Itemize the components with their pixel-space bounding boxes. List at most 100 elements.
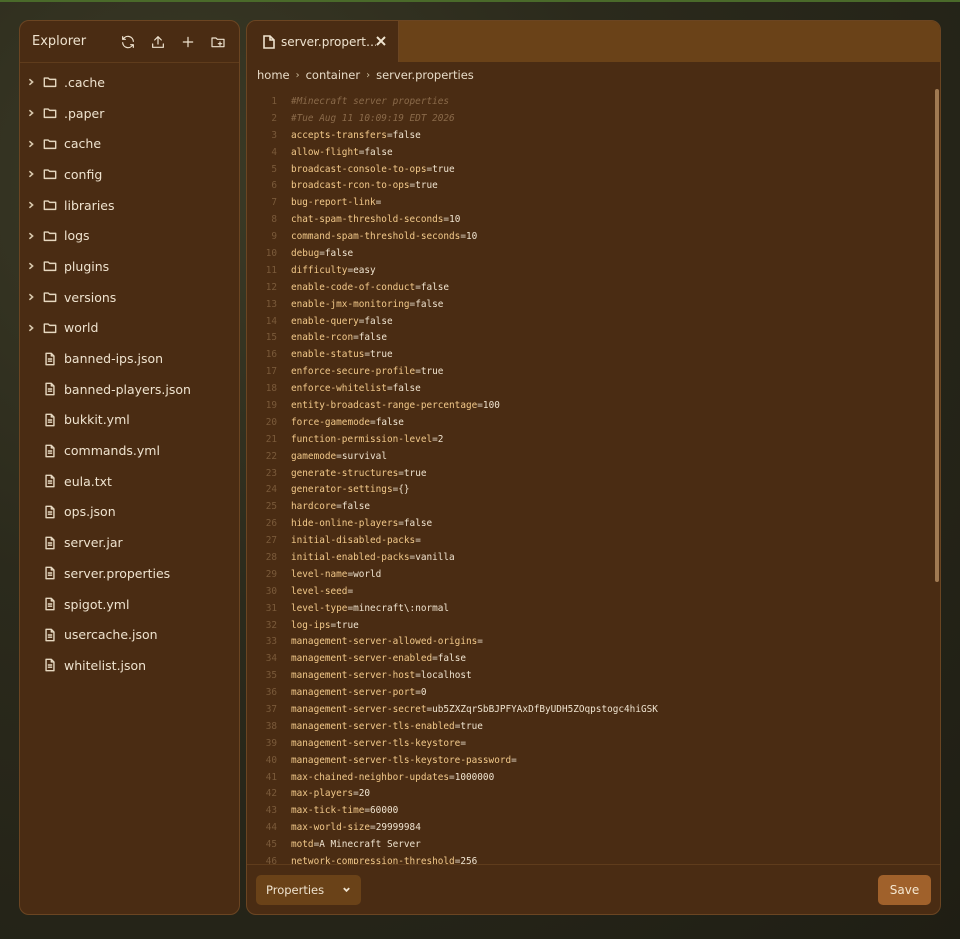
code-text: initial-enabled-packs=vanilla (291, 551, 455, 563)
tree-file[interactable]: spigot.yml (20, 589, 239, 620)
code-editor[interactable]: 1 #Minecraft server properties 2 #Tue Aug 1… (247, 93, 940, 865)
close-icon[interactable] (376, 35, 388, 48)
code-line: 2 #Tue Aug 11 10:09:19 EDT 2026 (247, 110, 940, 127)
code-line: 14 enable-query=false (247, 313, 940, 330)
code-text: max-players=20 (291, 788, 371, 800)
code-text: accepts-transfers=false (291, 129, 421, 141)
tree-file[interactable]: bukkit.yml (20, 405, 239, 436)
line-number: 20 (265, 416, 277, 428)
code-line: 29 level-name=world (247, 566, 940, 583)
tree-file[interactable]: banned-ips.json (20, 343, 239, 374)
tree-file[interactable]: whitelist.json (20, 650, 239, 681)
tree-file[interactable]: ops.json (20, 497, 239, 528)
code-text: log-ips=true (291, 619, 359, 631)
code-line: 24 generator-settings={} (247, 481, 940, 498)
tree-item-label: banned-ips.json (64, 351, 164, 367)
tree-file[interactable]: server.jar (20, 527, 239, 558)
breadcrumb-file[interactable]: server.properties (376, 68, 474, 82)
tree-folder[interactable]: .cache (20, 67, 239, 98)
upload-icon[interactable] (149, 33, 167, 51)
code-line: 37 management-server-secret=ub5ZXZqrSbBJP… (247, 701, 940, 718)
line-number: 27 (265, 535, 277, 547)
editor-scrollbar[interactable] (935, 89, 939, 582)
tree-item-label: logs (64, 228, 90, 244)
tree-folder[interactable]: config (20, 159, 239, 190)
code-line: 8 chat-spam-threshold-seconds=10 (247, 211, 940, 228)
plus-icon[interactable] (179, 33, 197, 51)
chevron-right-icon[interactable] (26, 231, 36, 241)
tab-label: server.propert… (281, 34, 376, 49)
line-number: 9 (271, 231, 277, 243)
breadcrumb-container[interactable]: container (306, 68, 361, 82)
code-line: 3 accepts-transfers=false (247, 127, 940, 144)
chevron-right-icon[interactable] (26, 323, 36, 333)
file-icon (42, 473, 58, 489)
code-line: 22 gamemode=survival (247, 448, 940, 465)
tree-folder[interactable]: cache (20, 128, 239, 159)
tree-file[interactable]: server.properties (20, 558, 239, 589)
tab-server-properties[interactable]: server.propert… (247, 21, 399, 62)
line-number: 3 (271, 129, 277, 141)
line-number: 23 (265, 467, 277, 479)
line-number: 36 (265, 687, 277, 699)
code-text: level-name=world (291, 568, 382, 580)
refresh-icon[interactable] (119, 33, 137, 51)
code-text: management-server-secret=ub5ZXZqrSbBJPFY… (291, 704, 658, 715)
code-line: 32 log-ips=true (247, 617, 940, 634)
chevron-right-icon[interactable] (26, 139, 36, 149)
code-line: 1 #Minecraft server properties (247, 93, 940, 110)
folder-icon (42, 166, 58, 182)
code-text: management-server-tls-enabled=true (291, 720, 483, 732)
tree-file[interactable]: eula.txt (20, 466, 239, 497)
line-number: 6 (271, 180, 277, 192)
chevron-right-icon[interactable] (26, 108, 36, 118)
code-text: management-server-enabled=false (291, 653, 466, 665)
chevron-down-icon (343, 887, 350, 893)
tree-folder[interactable]: .paper (20, 98, 239, 129)
line-number: 2 (271, 112, 277, 124)
line-number: 13 (265, 298, 277, 310)
code-line: 28 initial-enabled-packs=vanilla (247, 549, 940, 566)
explorer-title: Explorer (32, 34, 87, 49)
chevron-right-icon[interactable] (26, 169, 36, 179)
code-line: 20 force-gamemode=false (247, 414, 940, 431)
tree-file[interactable]: banned-players.json (20, 374, 239, 405)
code-line: 38 management-server-tls-enabled=true (247, 718, 940, 735)
tree-folder[interactable]: libraries (20, 190, 239, 221)
breadcrumb: home › container › server.properties (247, 62, 940, 88)
folder-add-icon[interactable] (209, 33, 227, 51)
file-icon (42, 412, 58, 428)
chevron-right-icon[interactable] (26, 292, 36, 302)
tree-folder[interactable]: logs (20, 220, 239, 251)
chevron-right-icon[interactable] (26, 200, 36, 210)
line-number: 41 (265, 771, 277, 783)
code-line: 26 hide-online-players=false (247, 515, 940, 532)
tree-item-label: world (64, 320, 99, 336)
code-text: max-chained-neighbor-updates=1000000 (291, 771, 495, 783)
code-line: 11 difficulty=easy (247, 262, 940, 279)
code-text: management-server-port=0 (291, 687, 427, 699)
tree-folder[interactable]: plugins (20, 251, 239, 282)
folder-icon (42, 105, 58, 121)
save-button[interactable]: Save (878, 874, 931, 905)
code-text: bug-report-link= (291, 197, 382, 209)
line-number: 14 (265, 315, 277, 327)
folder-icon (42, 289, 58, 305)
code-line: 45 motd=A Minecraft Server (247, 836, 940, 853)
breadcrumb-home[interactable]: home (257, 68, 290, 82)
line-number: 18 (265, 383, 277, 395)
tree-file[interactable]: commands.yml (20, 435, 239, 466)
line-number: 43 (265, 805, 277, 817)
chevron-right-icon[interactable] (26, 261, 36, 271)
tree-item-label: cache (64, 136, 102, 152)
code-text: management-server-allowed-origins= (291, 636, 483, 648)
tree-folder[interactable]: world (20, 313, 239, 344)
tree-folder[interactable]: versions (20, 282, 239, 313)
chevron-right-icon[interactable] (26, 77, 36, 87)
tree-item-label: spigot.yml (64, 596, 130, 612)
mode-select[interactable]: Properties (256, 874, 361, 905)
code-line: 31 level-type=minecraft\:normal (247, 600, 940, 617)
tree-file[interactable]: usercache.json (20, 619, 239, 650)
breadcrumb-separator-icon: › (366, 69, 371, 81)
code-text: debug=false (291, 247, 354, 259)
